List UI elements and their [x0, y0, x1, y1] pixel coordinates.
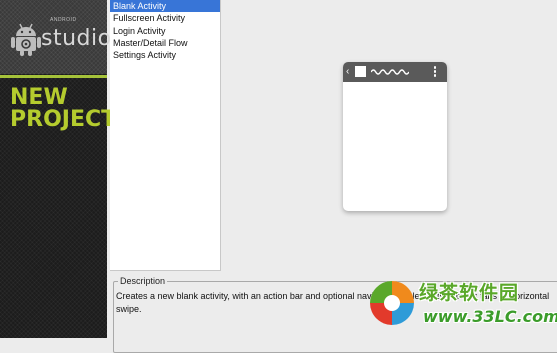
page-title-line1: NEW: [10, 85, 68, 110]
list-item-master-detail-flow[interactable]: Master/Detail Flow: [110, 37, 220, 49]
sidebar: ANDROID studio NEW PROJECT: [0, 0, 117, 338]
list-item-login-activity[interactable]: Login Activity: [110, 25, 220, 37]
back-chevron-icon: ‹: [346, 66, 350, 77]
watermark-url: www.33LC.com: [423, 307, 557, 326]
list-item-settings-activity[interactable]: Settings Activity: [110, 49, 220, 61]
page-title: NEW PROJECT: [10, 85, 117, 132]
watermark-logo-icon: [370, 281, 414, 325]
page-title-line2: PROJECT: [10, 107, 117, 132]
android-robot-icon: [11, 23, 41, 56]
logo-android-label: ANDROID: [50, 17, 77, 23]
activity-preview: ‹: [343, 62, 447, 211]
preview-action-bar: ‹: [343, 62, 447, 82]
watermark-brand: 绿茶软件园: [419, 282, 520, 304]
app-icon-placeholder: [355, 66, 366, 77]
android-studio-logo: ANDROID studio: [0, 0, 111, 74]
title-squiggle-icon: [371, 69, 409, 75]
accent-divider: [0, 75, 107, 78]
activity-template-list[interactable]: Blank Activity Fullscreen Activity Login…: [110, 0, 221, 271]
description-legend: Description: [118, 275, 168, 287]
list-item-fullscreen-activity[interactable]: Fullscreen Activity: [110, 12, 220, 24]
logo-studio-text: studio: [41, 26, 112, 51]
list-item-blank-activity[interactable]: Blank Activity: [110, 0, 220, 13]
overflow-menu-icon: [433, 66, 437, 78]
